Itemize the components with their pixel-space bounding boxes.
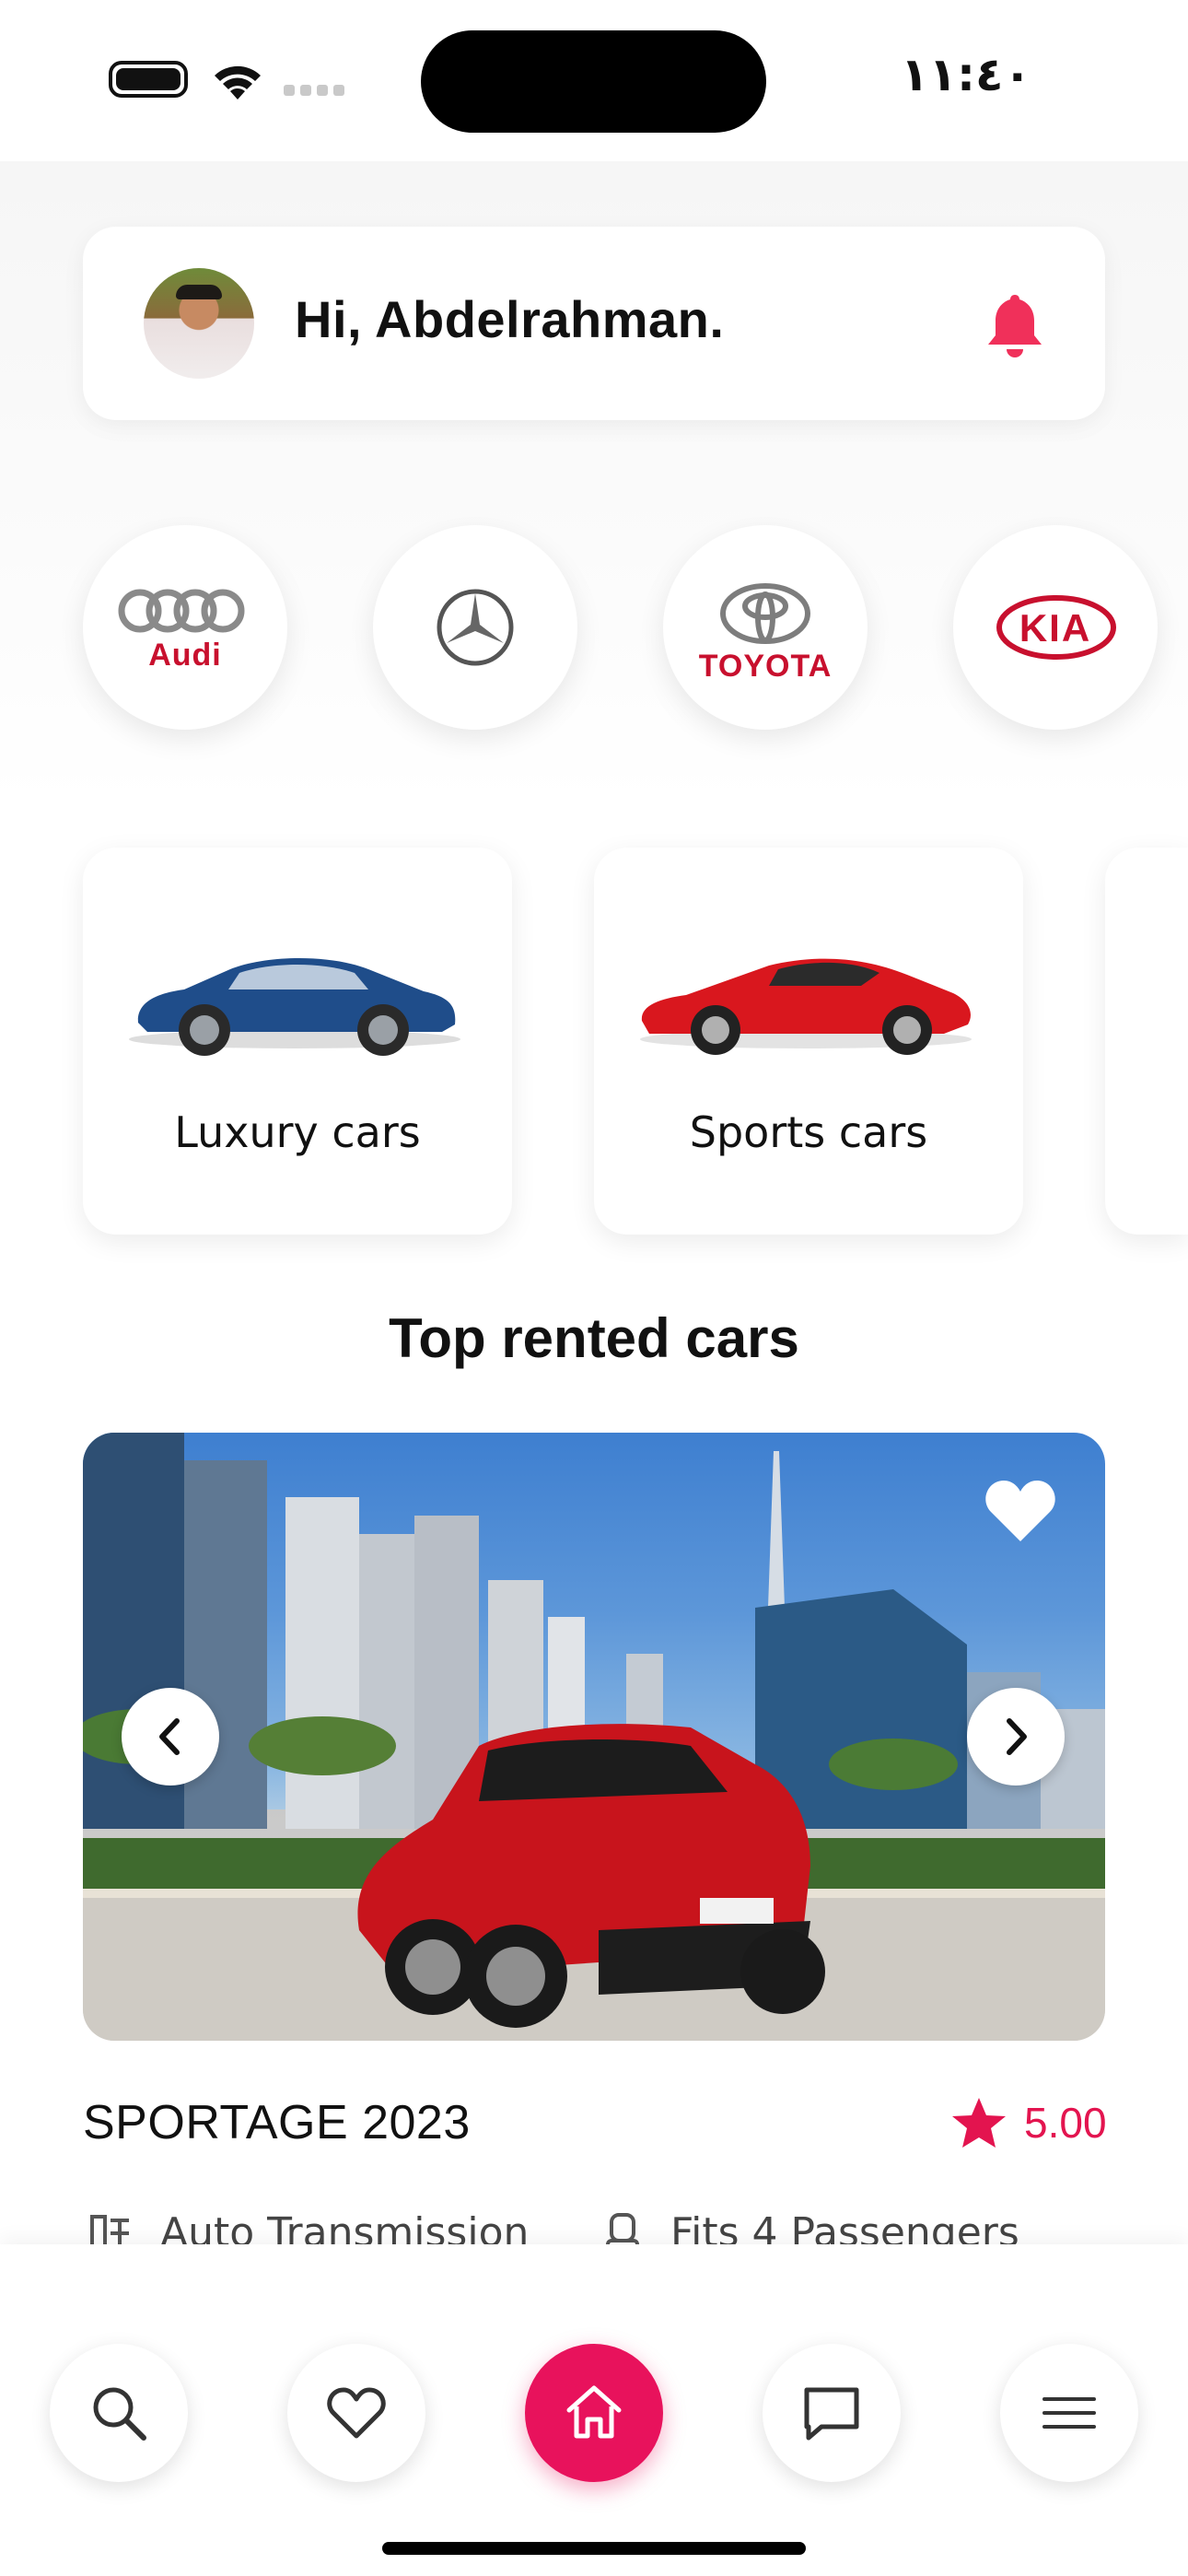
next-photo-button[interactable] (967, 1688, 1065, 1786)
category-sports-cars[interactable]: Sports cars (594, 848, 1023, 1235)
brand-audi-label: Audi (148, 638, 222, 673)
luxury-car-image (129, 958, 460, 1056)
bottom-navigation (0, 2244, 1188, 2576)
brand-audi[interactable]: Audi (83, 525, 287, 730)
brand-toyota[interactable]: TOYOTA (663, 525, 868, 730)
dynamic-island (421, 30, 766, 133)
status-time: ١١:٤٠ (900, 48, 1031, 101)
brand-kia[interactable]: KIA (953, 525, 1158, 730)
sports-car-image (640, 958, 972, 1055)
avatar[interactable] (144, 268, 254, 379)
cellular-signal-icon (284, 85, 346, 98)
nav-favorites-button[interactable] (287, 2344, 425, 2482)
greeting-card: Hi, Abdelrahman. (83, 227, 1105, 420)
nav-home-button[interactable] (525, 2344, 663, 2482)
favorite-heart-icon[interactable] (984, 1477, 1057, 1543)
category-label: Luxury cars (174, 1107, 421, 1157)
car-name: SPORTAGE 2023 (83, 2096, 471, 2149)
star-icon (952, 2098, 1006, 2148)
chevron-left-icon (159, 1718, 180, 1755)
greeting-text: Hi, Abdelrahman. (295, 290, 725, 348)
mercedes-star-icon (437, 589, 514, 666)
car-photo-scene (83, 1433, 1105, 2041)
nav-menu-button[interactable] (1000, 2344, 1138, 2482)
previous-photo-button[interactable] (122, 1688, 219, 1786)
category-label: Sports cars (689, 1107, 928, 1157)
nav-messages-button[interactable] (763, 2344, 901, 2482)
battery-icon (109, 61, 188, 98)
home-icon (566, 2385, 622, 2439)
category-luxury-cars[interactable]: Luxury cars (83, 848, 512, 1235)
nav-search-button[interactable] (50, 2344, 188, 2482)
toyota-emblem-icon (720, 583, 810, 644)
heart-icon (327, 2387, 386, 2439)
brand-toyota-label: TOYOTA (698, 649, 833, 684)
home-indicator (382, 2542, 806, 2555)
category-next-partial[interactable] (1105, 848, 1188, 1235)
brand-kia-label: KIA (1019, 606, 1092, 650)
section-title: Top rented cars (389, 1307, 799, 1369)
menu-icon (1042, 2397, 1096, 2429)
car-rating: 5.00 (950, 2093, 1107, 2152)
chat-icon (804, 2387, 859, 2441)
chevron-right-icon (1007, 1718, 1027, 1755)
status-bar: ١١:٤٠ (0, 0, 1188, 161)
car-photo[interactable] (83, 1433, 1105, 2041)
rating-value: 5.00 (1024, 2099, 1107, 2147)
notification-bell-icon[interactable] (983, 291, 1047, 360)
audi-rings-icon (118, 589, 245, 633)
brand-mercedes[interactable] (373, 525, 577, 730)
wifi-icon (215, 65, 261, 100)
search-icon (93, 2387, 146, 2441)
